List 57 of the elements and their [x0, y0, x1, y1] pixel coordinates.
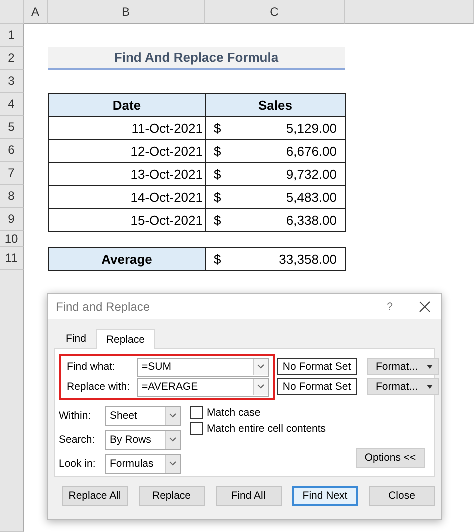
row-header[interactable]: 11 [0, 247, 24, 270]
dialog-button[interactable]: Close [369, 486, 435, 506]
option-label: Search: [59, 434, 96, 446]
dialog-tab[interactable]: Find [56, 329, 96, 348]
options-button[interactable]: Options << [356, 448, 425, 468]
table-cell: 15-Oct-2021 [48, 208, 206, 232]
dropdown[interactable]: Formulas [105, 454, 181, 474]
chevron-down-icon[interactable] [165, 407, 180, 425]
dialog-button[interactable]: Find All [216, 486, 282, 506]
row-header[interactable]: 7 [0, 162, 24, 185]
summary-value: $ 33,358.00 [205, 247, 346, 271]
field-label: Find what: [67, 361, 116, 373]
row-header[interactable]: 6 [0, 139, 24, 162]
row-header[interactable]: 9 [0, 208, 24, 231]
chevron-down-icon[interactable] [165, 455, 180, 473]
dialog-title: Find and Replace [56, 300, 152, 314]
summary-label: Average [48, 247, 206, 271]
row-header[interactable]: 5 [0, 116, 24, 139]
table-cell: $ 6,338.00 [205, 208, 346, 232]
close-icon[interactable] [419, 300, 431, 312]
table-header: Date [48, 93, 206, 117]
row-header[interactable]: 1 [0, 24, 24, 47]
chevron-down-icon[interactable] [253, 379, 268, 395]
format-button[interactable]: Format... [367, 358, 439, 375]
chevron-down-icon[interactable] [253, 359, 268, 375]
checkbox-label: Match case [207, 406, 261, 418]
row-header[interactable]: 4 [0, 93, 24, 116]
dialog-button[interactable]: Find Next [292, 486, 358, 506]
dialog-button[interactable]: Replace [138, 486, 205, 506]
table-header: Sales [205, 93, 346, 117]
field-label: Replace with: [67, 381, 132, 393]
sheet-title: Find And Replace Formula [48, 47, 345, 70]
column-header[interactable]: B [48, 0, 205, 24]
format-button[interactable]: Format... [367, 378, 439, 395]
caret-icon [426, 384, 434, 390]
dropdown[interactable]: By Rows [105, 430, 181, 450]
column-header[interactable]: C [205, 0, 345, 24]
option-label: Within: [59, 410, 92, 422]
help-button[interactable]: ? [387, 300, 393, 312]
dialog-tab[interactable]: Replace [96, 329, 155, 349]
dropdown[interactable]: Sheet [105, 406, 181, 426]
format-preview: No Format Set [277, 378, 357, 395]
combo-field[interactable]: =AVERAGE [137, 378, 269, 396]
row-header[interactable]: 8 [0, 185, 24, 208]
dialog-button[interactable]: Replace All [62, 486, 128, 506]
option-label: Look in: [59, 458, 97, 470]
checkbox-label: Match entire cell contents [207, 422, 326, 434]
format-preview: No Format Set [277, 358, 357, 375]
row-header[interactable]: 3 [0, 70, 24, 93]
chevron-down-icon[interactable] [165, 431, 180, 449]
checkbox[interactable] [190, 406, 203, 419]
caret-icon [426, 364, 434, 370]
row-header[interactable]: 2 [0, 47, 24, 70]
row-header[interactable]: 10 [0, 231, 24, 247]
combo-field[interactable]: =SUM [137, 358, 269, 376]
checkbox[interactable] [190, 422, 203, 435]
column-header[interactable]: A [24, 0, 48, 24]
